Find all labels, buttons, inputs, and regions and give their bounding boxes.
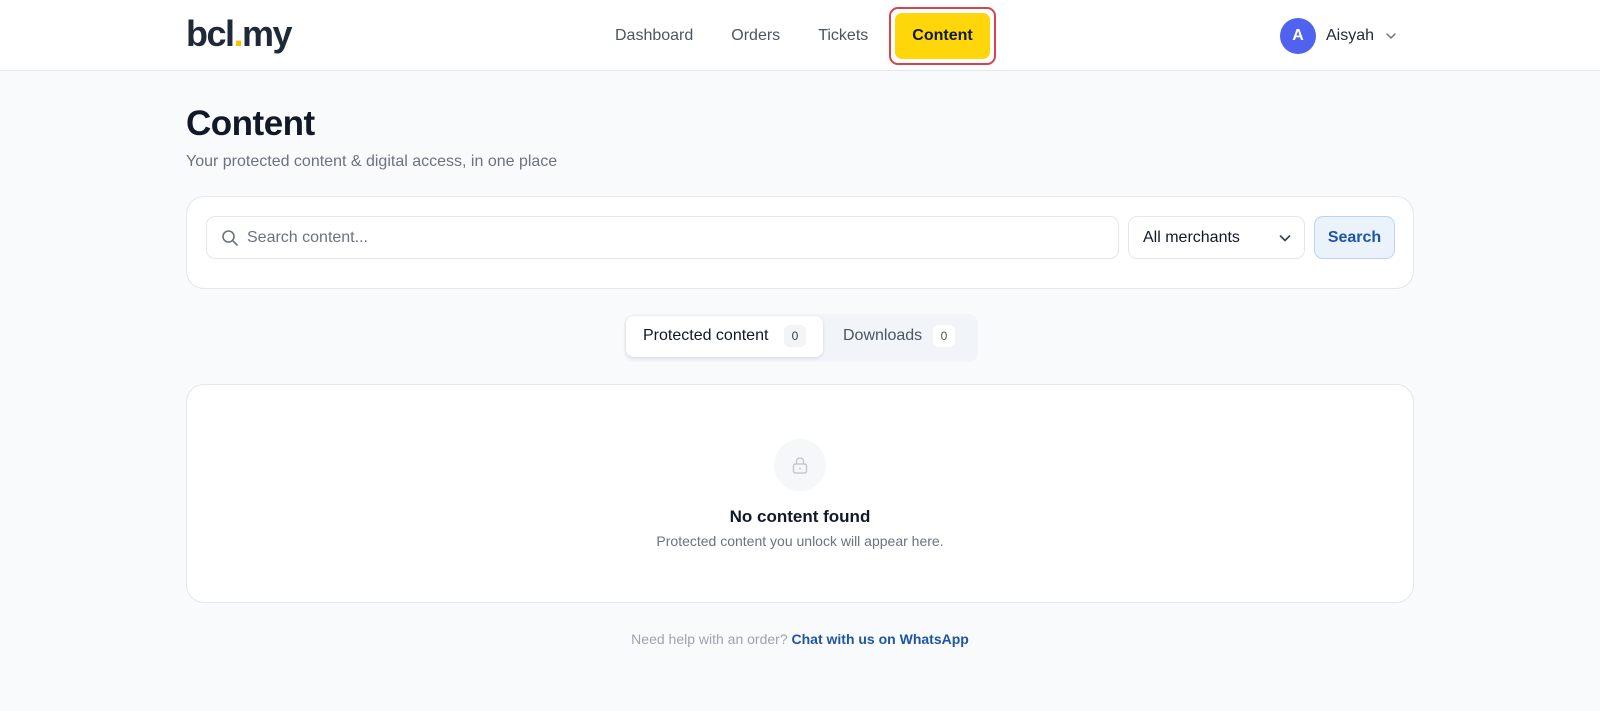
whatsapp-link[interactable]: Chat with us on WhatsApp	[792, 631, 969, 647]
merchant-select[interactable]: All merchants	[1128, 216, 1305, 259]
tab-label: Protected content	[643, 327, 769, 344]
tab-label: Downloads	[843, 327, 923, 344]
search-box[interactable]	[206, 216, 1119, 259]
top-navbar: bcl.my Dashboard Orders Tickets Content …	[0, 0, 1600, 71]
search-icon	[222, 230, 238, 246]
count-badge: 0	[933, 325, 955, 347]
nav-content[interactable]: Content	[895, 13, 990, 59]
footer-text: Need help with an order?	[631, 631, 788, 647]
footer-help: Need help with an order? Chat with us on…	[0, 631, 1600, 647]
user-menu[interactable]: A Aisyah	[1280, 18, 1398, 54]
nav-orders[interactable]: Orders	[712, 14, 799, 58]
user-name: Aisyah	[1326, 27, 1375, 44]
empty-state-card: No content found Protected content you u…	[186, 384, 1414, 603]
count-badge: 0	[784, 325, 806, 347]
merchant-select-value: All merchants	[1143, 229, 1240, 246]
lock-icon	[792, 457, 808, 474]
logo-text-main: bcl	[186, 13, 235, 54]
nav-dashboard[interactable]: Dashboard	[596, 14, 712, 58]
empty-state-text: Protected content you unlock will appear…	[656, 533, 944, 549]
nav-content-highlight: Content	[889, 7, 996, 65]
empty-state-icon-circle	[774, 439, 826, 491]
page-subtitle: Your protected content & digital access,…	[186, 153, 558, 170]
avatar: A	[1280, 18, 1316, 54]
tab-downloads[interactable]: Downloads 0	[823, 316, 976, 357]
content-tabs: Protected content 0 Downloads 0	[624, 314, 978, 362]
search-button[interactable]: Search	[1314, 216, 1395, 259]
brand-logo[interactable]: bcl.my	[186, 12, 293, 56]
tab-protected-content[interactable]: Protected content 0	[626, 316, 823, 357]
chevron-down-icon	[1386, 33, 1396, 39]
search-input[interactable]	[247, 217, 1107, 258]
logo-dot: .	[233, 13, 244, 54]
chevron-down-icon	[1279, 235, 1291, 242]
empty-state-title: No content found	[729, 507, 871, 526]
logo-text-tail: my	[242, 13, 293, 54]
nav-tickets[interactable]: Tickets	[799, 14, 887, 58]
search-card: All merchants Search	[186, 196, 1414, 289]
page-title: Content	[186, 104, 315, 143]
main-nav: Dashboard Orders Tickets Content	[596, 7, 996, 65]
